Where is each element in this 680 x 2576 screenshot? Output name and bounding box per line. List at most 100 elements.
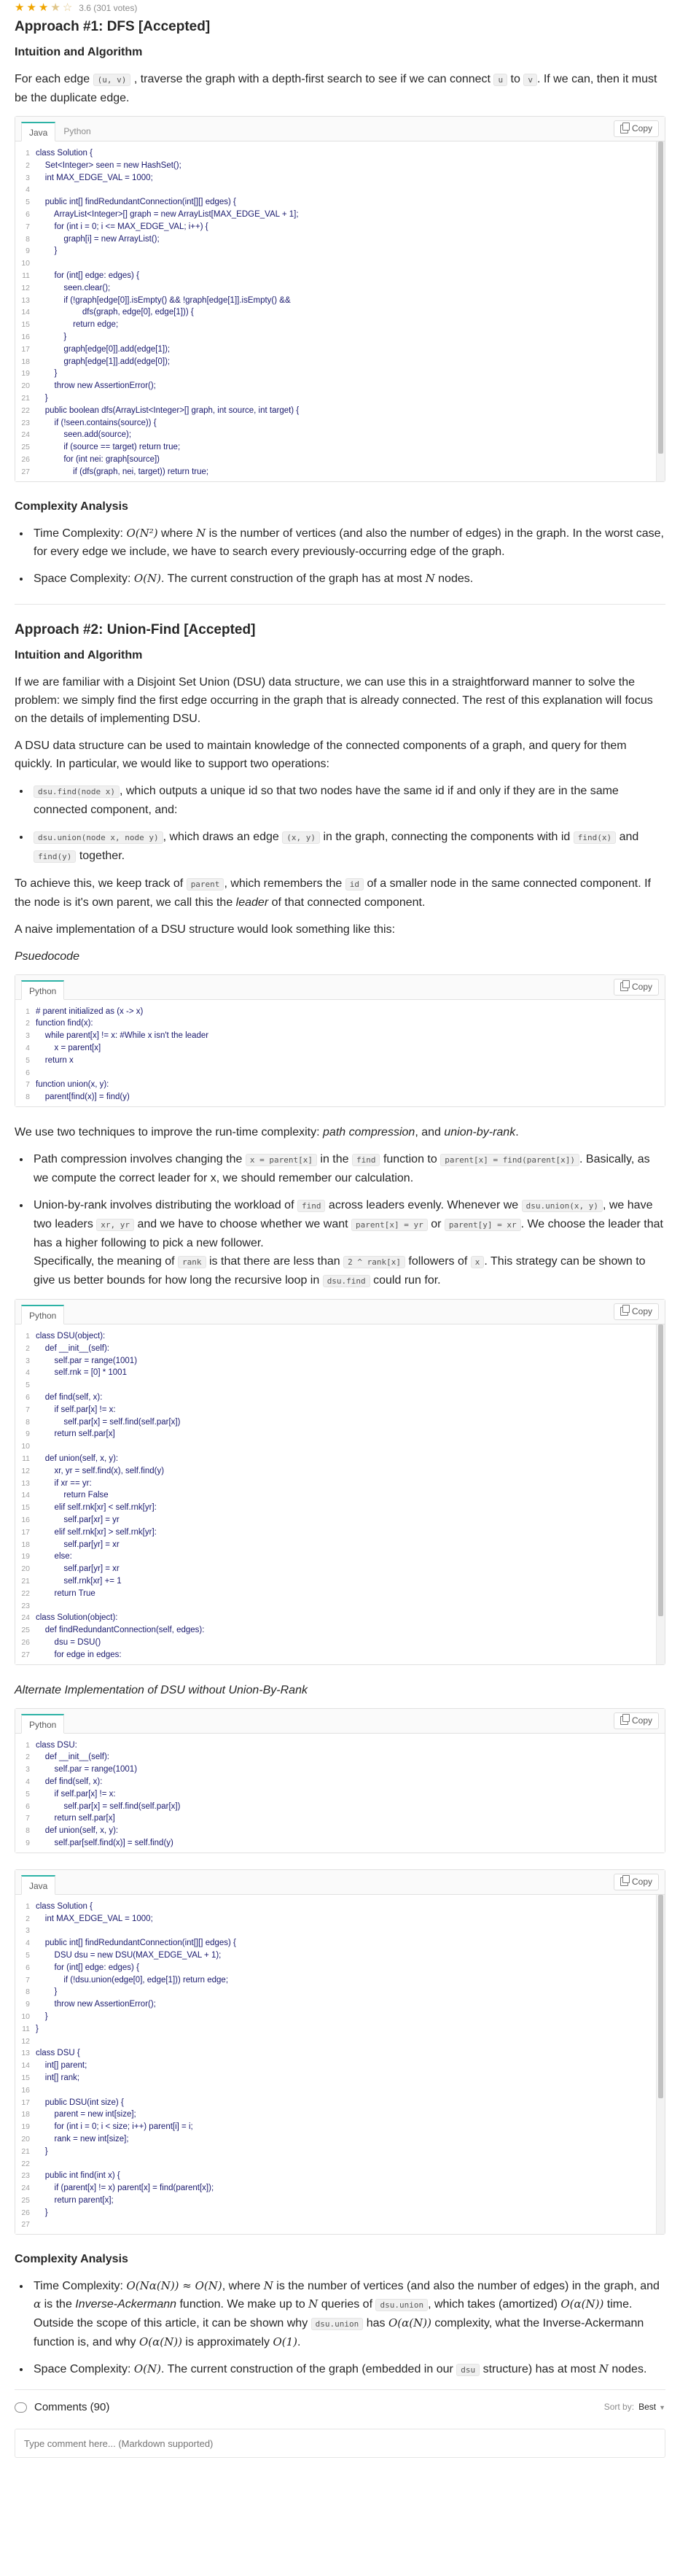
code-body[interactable]: 1 class Solution {2 Set<Integer> seen = n… [15,141,665,481]
code-block: Python Copy 1 class DSU(object): 2 def __ini… [15,1298,665,1665]
text: function. We make up to [179,2298,305,2311]
space-complexity: Space Complexity: O(N). The current cons… [31,570,665,588]
code-text: for edge in edges: [36,1650,122,1659]
scrollbar-thumb[interactable] [658,141,663,454]
line-number: 12 [21,1466,30,1475]
code-line: 7 if (!dsu.union(edge[0], edge[1])) retu… [15,1974,665,1987]
code-line: 1 class Solution { [15,1901,665,1913]
code-body[interactable]: 1 class DSU(object): 2 def __init__(self):… [15,1324,665,1664]
line-number: 4 [26,1939,30,1948]
code-block: Python Copy 1 # parent initialized as (x ->… [15,974,665,1107]
line-number: 8 [26,234,30,244]
copy-button[interactable]: Copy [613,120,659,137]
scrollbar-thumb[interactable] [658,1894,663,2099]
inline-code: dsu.union [375,2299,429,2312]
line-number: 12 [21,283,30,292]
line-number: 2 [26,1343,30,1353]
complexity-list: Time Complexity: O(N²) where N is the nu… [31,524,665,588]
line-number: 13 [21,295,30,305]
line-number: 2 [26,160,30,170]
text: has [366,2317,386,2330]
line-number: 8 [26,1826,30,1836]
tab-python[interactable]: Python [21,1304,65,1324]
text: , traverse the graph with a depth-first … [133,73,491,85]
code-tabs: Python Copy [15,1299,665,1324]
inline-code: parent[x] = find(parent[x]) [440,1153,580,1166]
math: O(Nα(N)) ≈ O(N) [126,2279,222,2293]
code-text: int[] rank; [36,2073,80,2082]
copy-button[interactable]: Copy [613,978,659,996]
code-text: self.rnk[xr] += 1 [36,1576,122,1586]
inline-code: dsu [456,2364,480,2377]
code-line: 10 } [15,2011,665,2023]
code-line: 7 for (int i = 0; i <= MAX_EDGE_VAL; i++… [15,221,665,233]
tab-java[interactable]: Java [21,122,56,141]
sort-dropdown[interactable]: Sort by: Best ▼ [604,2398,665,2417]
text: . [297,2336,301,2349]
line-number: 18 [21,2110,30,2119]
code-text: class Solution { [36,1901,93,1911]
code-text: self.par[yr] = xr [36,1540,120,1549]
code-line: 6 self.par[x] = self.find(self.par[x]) [15,1801,665,1813]
scrollbar[interactable] [656,1894,665,2235]
code-text: public int[] findRedundantConnection(int… [36,198,236,207]
code-text: def __init__(self): [36,1753,109,1762]
text: where [161,527,193,540]
code-line: 14 int[] parent; [15,2060,665,2072]
math: N [196,526,206,540]
code-line: 7 return self.par[x] [15,1812,665,1825]
copy-button[interactable]: Copy [613,1712,659,1729]
tab-java[interactable]: Java [21,1874,56,1895]
inline-code: dsu.union [310,2318,364,2331]
text: function to [383,1152,437,1165]
scrollbar[interactable] [656,1324,665,1664]
code-line: 19 for (int i = 0; i < size; i++) parent… [15,2121,665,2133]
code-text: if self.par[x] != x: [36,1789,116,1799]
emphasis: path compression [323,1125,415,1138]
comment-input[interactable] [15,2429,665,2459]
scrollbar[interactable] [656,141,665,481]
tab-python[interactable]: Python [21,979,65,1000]
star-icon[interactable]: ★ [39,1,48,15]
text: in the graph, connecting the components … [323,830,571,843]
star-empty-icon[interactable]: ☆ [63,1,72,15]
code-line: 3 int MAX_EDGE_VAL = 1000; [15,172,665,185]
code-line: 7 if self.par[x] != x: [15,1404,665,1416]
line-number: 26 [21,2208,30,2217]
code-body[interactable]: 1 # parent initialized as (x -> x) 2 functi… [15,999,665,1106]
line-number: 14 [21,308,30,317]
line-number: 8 [26,1417,30,1427]
code-body[interactable]: 1 class Solution {2 int MAX_EDGE_VAL = 10… [15,1894,665,2235]
code-line: 9 self.par[self.find(x)] = self.find(y) [15,1837,665,1850]
copy-button[interactable]: Copy [613,1873,659,1890]
inline-code: x = parent[x] [245,1153,317,1166]
line-number: 12 [21,2036,30,2046]
tab-python[interactable]: Python [21,1713,65,1734]
star-half-icon[interactable]: ★ [50,1,60,15]
star-icon[interactable]: ★ [26,1,36,15]
complexity-heading: Complexity Analysis [15,2253,128,2266]
scrollbar-thumb[interactable] [658,1324,663,1617]
star-icon[interactable]: ★ [15,1,24,15]
tab-python[interactable]: Python [55,121,98,141]
copy-icon [620,1875,630,1887]
code-line: 26 dsu = DSU() [15,1637,665,1649]
sort-value[interactable]: Best [638,2402,656,2412]
line-number: 2 [26,1914,30,1923]
text: Time Complexity: [34,527,123,540]
text: and we have to choose whether we want [137,1217,348,1230]
copy-label: Copy [631,1876,652,1887]
line-number: 22 [21,406,30,415]
inline-code: parent[x] = yr [351,1218,428,1231]
code-text: } [36,2024,39,2033]
line-number: 26 [21,454,30,464]
text: Specifically, the meaning of [34,1254,175,1268]
pseudocode-title: Psuedocode [15,950,79,963]
sort-label: Sort by: [603,2401,635,2412]
code-body[interactable]: 1 class DSU: 2 def __init__(self): 3 self.p… [15,1733,665,1853]
chevron-down-icon[interactable]: ▼ [659,2404,665,2411]
copy-button[interactable]: Copy [613,1303,659,1320]
code-text: def findRedundantConnection(self, edges)… [36,1626,205,1635]
code-text: def find(self, x): [36,1777,103,1786]
paragraph: A DSU data structure can be used to main… [15,739,627,770]
